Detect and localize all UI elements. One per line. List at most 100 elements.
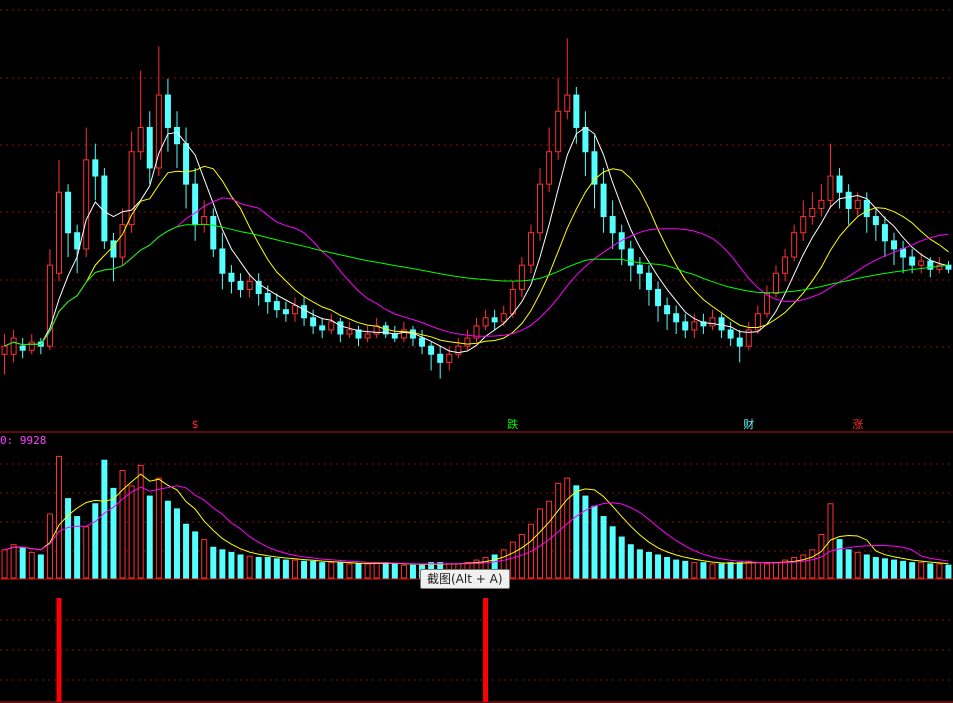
candle-body [92,159,99,177]
volume-bar [918,562,925,579]
candle-body [827,175,834,201]
volume-panel: 0: 9928 [0,434,953,580]
volume-bar [19,546,26,579]
volume-bar [673,559,680,579]
volume-bar [237,554,244,579]
candle-body [310,317,317,327]
candle-body [582,126,589,153]
candle-body [83,159,90,250]
volume-bar [700,562,707,579]
volume-bar [246,555,253,579]
candle-body [909,256,916,266]
volume-bar [155,477,162,579]
volume-bar [618,536,625,579]
volume-bar [164,500,171,579]
volume-bar [564,477,571,579]
volume-bar [609,526,616,579]
candle-body [464,337,471,347]
candle-body [419,337,426,347]
volume-bar [183,523,190,579]
volume-label: 0: 9928 [0,434,46,447]
candle-body [509,288,516,315]
volume-bar [600,516,607,579]
signal-panel [0,598,953,703]
volume-bar [192,531,199,579]
candle-body [645,272,652,290]
volume-bar [37,554,44,579]
candle-body [863,199,870,218]
candle-body [682,321,689,331]
candle-body [228,272,235,282]
volume-bar [173,508,180,579]
candle-body [573,94,580,128]
candle-body [727,329,734,339]
candle-body [655,288,662,307]
volume-bar [10,544,17,579]
candle-body [627,248,634,266]
volume-bar [537,508,544,579]
candle-body [1,345,8,355]
candle-body [74,232,81,250]
volume-bar [110,487,117,579]
candle-body [210,216,217,250]
volume-bar [319,562,326,579]
candle-body [428,345,435,355]
volume-bar [328,562,335,579]
candle-body [101,175,108,242]
volume-bar [291,559,298,579]
volume-bar [346,563,353,579]
volume-bar [273,558,280,579]
volume-bar [146,495,153,579]
candle-body [291,305,298,315]
candle-body [491,317,498,323]
volume-bar [573,485,580,579]
volume-bar [745,560,752,579]
volume-bar [201,539,208,579]
event-marker: 涨 [852,418,863,431]
candle-body [763,293,770,315]
volume-bar [800,554,807,579]
volume-bar [301,560,308,579]
volume-bar [409,564,416,579]
volume-bar [763,563,770,579]
stock-chart: $ 跌 财 涨 0: 9928 [0,9,953,703]
signal-bar [56,598,62,702]
volume-bar [137,464,144,579]
candle-body [28,341,35,351]
candle-body [818,199,825,209]
candle-body [19,345,26,351]
volume-bar [845,549,852,579]
candle-body [782,256,789,274]
candle-body [10,337,17,355]
volume-bar [582,495,589,579]
candle-body [709,317,716,327]
candle-body [65,191,72,234]
screenshot-tooltip: 截图(Alt + A) [420,569,510,589]
candle-body [673,313,680,323]
volume-bar [255,557,262,579]
volume-bar [83,526,90,579]
volume-bar [927,563,934,579]
volume-bar [310,560,317,579]
candle-body [664,305,671,315]
volume-bar [909,562,916,579]
candle-body [55,191,62,274]
volume-bar [645,551,652,579]
candle-body [809,207,816,218]
volume-bar [337,562,344,579]
candle-body [201,216,208,226]
volume-bar [46,513,53,579]
volume-bar [119,469,126,579]
volume-bar [872,557,879,579]
candle-body [173,126,180,145]
volume-bar [128,485,135,579]
candle-body [872,216,879,226]
candle-body [900,248,907,258]
candle-body [301,305,308,319]
candle-body [527,232,534,266]
event-marker: $ [192,418,199,431]
candle-body [773,272,780,294]
volume-ma-line [4,485,949,565]
volume-bar [373,562,380,579]
candle-body [282,309,289,315]
